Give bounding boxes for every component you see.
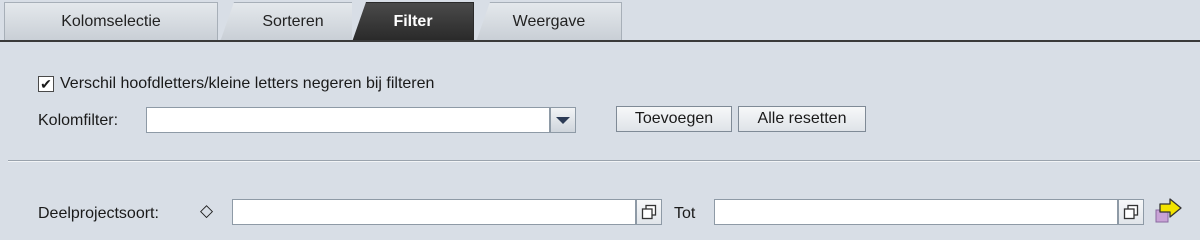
column-filter-dropdown-button[interactable]	[550, 107, 576, 133]
value-help-button-to[interactable]	[1118, 199, 1144, 225]
column-filter-field[interactable]	[146, 107, 550, 133]
operator-diamond-icon[interactable]: ◇	[200, 201, 213, 221]
check-icon: ✔	[40, 76, 52, 92]
tab-strip: Kolomselectie Sorteren Filter Weergave	[0, 0, 1200, 42]
ignore-case-checkbox[interactable]: ✔	[38, 76, 54, 92]
arrow-right-icon	[1155, 198, 1182, 223]
tab-underline	[0, 40, 1200, 42]
to-label: Tot	[674, 205, 696, 222]
subproject-type-label: Deelprojectsoort:	[38, 205, 159, 222]
tab-filter[interactable]: Filter	[352, 2, 474, 42]
ignore-case-label: Verschil hoofdletters/kleine letters neg…	[60, 75, 435, 92]
tab-label: Filter	[393, 12, 433, 30]
tab-weergave[interactable]: Weergave	[476, 2, 622, 42]
copy-icon	[1123, 204, 1139, 220]
copy-icon	[641, 204, 657, 220]
subproject-type-to-field[interactable]	[714, 199, 1118, 225]
column-filter-label: Kolomfilter:	[38, 112, 119, 129]
tab-label: Kolomselectie	[61, 12, 161, 30]
add-button[interactable]: Toevoegen	[616, 106, 732, 132]
tab-kolomselectie[interactable]: Kolomselectie	[4, 2, 218, 40]
tab-label: Sorteren	[262, 12, 324, 30]
reset-all-button[interactable]: Alle resetten	[738, 106, 866, 132]
chevron-down-icon	[556, 116, 570, 124]
multiple-selection-button[interactable]	[1154, 196, 1184, 226]
tab-label: Weergave	[512, 12, 586, 30]
divider	[8, 160, 1200, 162]
subproject-type-from-field[interactable]	[232, 199, 636, 225]
ignore-case-row: ✔ Verschil hoofdletters/kleine letters n…	[38, 74, 434, 94]
value-help-button-from[interactable]	[636, 199, 662, 225]
tab-sorteren[interactable]: Sorteren	[220, 2, 366, 42]
